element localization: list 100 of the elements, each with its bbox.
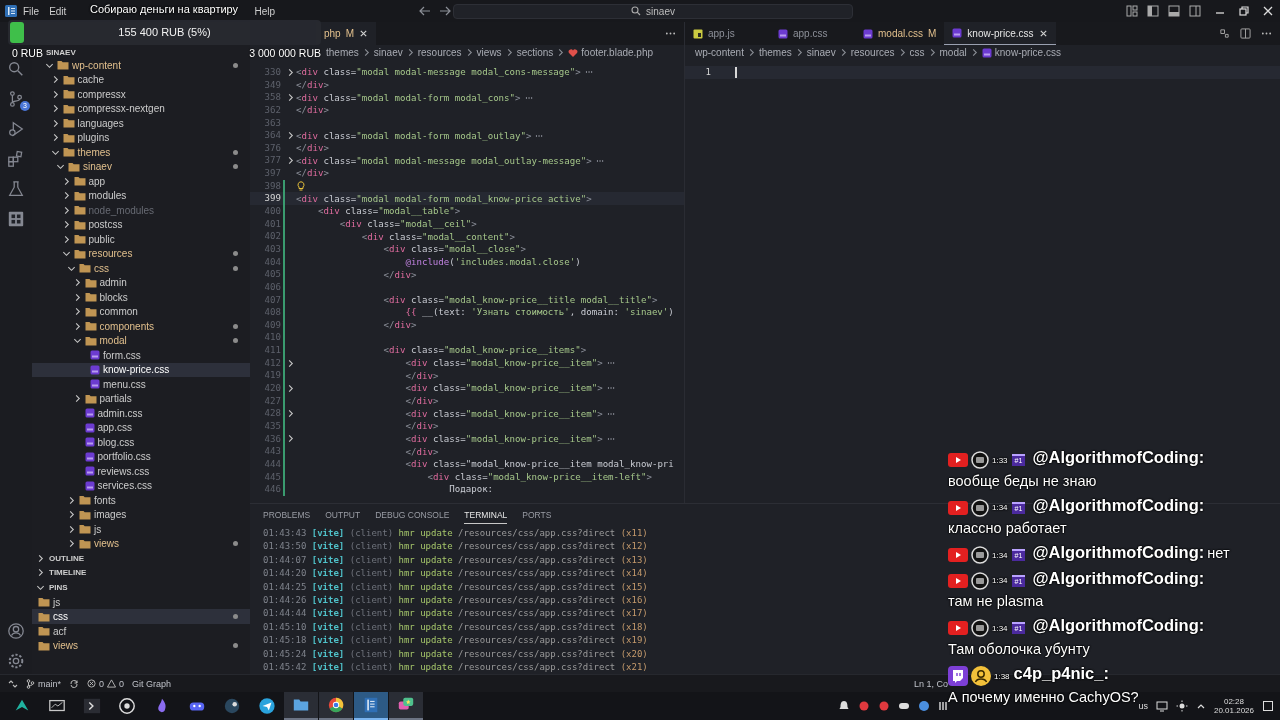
- back-arrow-icon[interactable]: [418, 5, 432, 17]
- editor-tab[interactable]: modal.css M: [855, 22, 945, 45]
- taskbar-app-button[interactable]: [319, 692, 353, 720]
- section-header[interactable]: PINS: [32, 580, 250, 595]
- breadcrumb-item[interactable]: sections: [516, 47, 554, 58]
- tree-item[interactable]: modules: [32, 188, 250, 203]
- pinned-item[interactable]: views: [32, 638, 250, 653]
- tree-item[interactable]: modal: [32, 333, 250, 348]
- panel-tab[interactable]: PORTS: [522, 510, 552, 524]
- tree-item[interactable]: images: [32, 507, 250, 522]
- breadcrumb-item[interactable]: resources: [850, 47, 895, 58]
- extensions-icon[interactable]: [7, 150, 25, 168]
- fold-ellipsis-icon[interactable]: [606, 387, 615, 390]
- tree-item[interactable]: languages: [32, 116, 250, 131]
- breadcrumb-item[interactable]: views: [476, 47, 502, 58]
- tree-item[interactable]: components: [32, 319, 250, 334]
- chevron-right-icon[interactable]: [67, 510, 76, 520]
- search-icon[interactable]: [7, 60, 25, 78]
- section-header[interactable]: OUTLINE: [32, 551, 250, 566]
- brightness-icon[interactable]: [1175, 700, 1188, 712]
- tree-item[interactable]: common: [32, 304, 250, 319]
- menu-item[interactable]: Help: [254, 5, 275, 17]
- cursor-position[interactable]: Ln 1, Co: [913, 678, 948, 689]
- panel-tab[interactable]: OUTPUT: [325, 510, 361, 524]
- account-icon[interactable]: [7, 622, 25, 640]
- menu-item[interactable]: Edit: [49, 5, 67, 17]
- taskbar-app-button[interactable]: [389, 692, 423, 720]
- breadcrumb-item[interactable]: themes: [326, 47, 359, 58]
- forward-arrow-icon[interactable]: [438, 5, 452, 17]
- fold-ellipsis-icon[interactable]: [584, 71, 593, 74]
- show-desktop-icon[interactable]: [1262, 700, 1274, 712]
- sync-icon[interactable]: [69, 678, 79, 689]
- tree-item[interactable]: form.css: [32, 348, 250, 363]
- tree-item[interactable]: views: [32, 536, 250, 551]
- fold-ellipsis-icon[interactable]: [606, 437, 615, 440]
- lightbulb-icon[interactable]: [297, 181, 305, 192]
- tree-item[interactable]: reviews.css: [32, 464, 250, 479]
- panel-tab[interactable]: PROBLEMS: [263, 510, 311, 524]
- split-editor-icon[interactable]: [1240, 28, 1251, 39]
- git-graph-item[interactable]: Git Graph: [132, 678, 172, 689]
- chevron-right-icon[interactable]: [556, 48, 566, 57]
- source-control-icon[interactable]: [7, 90, 25, 108]
- tree-item[interactable]: css: [32, 261, 250, 276]
- tree-item[interactable]: blog.css: [32, 435, 250, 450]
- tree-item[interactable]: cache: [32, 72, 250, 87]
- close-icon[interactable]: [1038, 28, 1048, 38]
- tree-item[interactable]: menu.css: [32, 377, 250, 392]
- chevron-down-icon[interactable]: [56, 162, 65, 172]
- run-debug-icon[interactable]: [7, 120, 25, 138]
- chevron-right-icon[interactable]: [67, 539, 76, 549]
- split-toggle-icon[interactable]: [1189, 5, 1201, 17]
- breadcrumb-item[interactable]: modal: [939, 47, 967, 58]
- tree-item[interactable]: services.css: [32, 478, 250, 493]
- fold-ellipsis-icon[interactable]: [595, 159, 604, 162]
- tree-item[interactable]: plugins: [32, 130, 250, 145]
- pinned-item[interactable]: js: [32, 594, 250, 610]
- fold-ellipsis-icon[interactable]: [606, 362, 615, 365]
- tree-item[interactable]: themes: [32, 145, 250, 160]
- section-header[interactable]: TIMELINE: [32, 565, 250, 581]
- display-icon[interactable]: [1155, 700, 1168, 712]
- breadcrumb-item[interactable]: know-price.css: [994, 47, 1061, 58]
- breadcrumb-item[interactable]: footer.blade.php: [581, 47, 654, 58]
- fold-ellipsis-icon[interactable]: [606, 412, 615, 415]
- panel-tab[interactable]: TERMINAL: [464, 510, 508, 524]
- chevron-right-icon[interactable]: [67, 495, 76, 505]
- tree-item[interactable]: partials: [32, 391, 250, 406]
- close-icon[interactable]: [1263, 6, 1273, 16]
- pinned-item[interactable]: acf: [32, 623, 250, 639]
- chevron-down-icon[interactable]: [36, 583, 45, 593]
- tree-item[interactable]: fonts: [32, 493, 250, 508]
- editor-tab[interactable]: know-price.css: [944, 22, 1056, 45]
- fold-ellipsis-icon[interactable]: [524, 96, 533, 99]
- tree-item[interactable]: admin.css: [32, 406, 250, 421]
- breadcrumb-item[interactable]: sinaev: [373, 47, 403, 58]
- breadcrumb-item[interactable]: sinaev: [806, 47, 836, 58]
- restore-icon[interactable]: [1239, 6, 1249, 16]
- chevron-right-icon[interactable]: [67, 524, 76, 534]
- editor-tab[interactable]: app.js: [685, 22, 770, 45]
- panel-tab[interactable]: DEBUG CONSOLE: [375, 510, 450, 524]
- chevron-down-icon[interactable]: [61, 249, 71, 259]
- sidebar-toggle-icon[interactable]: [1147, 5, 1159, 17]
- breadcrumb-item[interactable]: css: [909, 47, 925, 58]
- breadcrumb-item[interactable]: wp-content: [695, 47, 744, 58]
- editor-tab[interactable]: app.css: [770, 22, 855, 45]
- tree-item[interactable]: app: [32, 174, 250, 189]
- tree-item[interactable]: public: [32, 232, 250, 247]
- tree-item[interactable]: js: [32, 522, 250, 537]
- tree-item[interactable]: compressx-nextgen: [32, 101, 250, 116]
- keyboard-layout[interactable]: us: [1138, 701, 1148, 711]
- tree-item[interactable]: postcss: [32, 217, 250, 232]
- search-field[interactable]: sinaev: [453, 3, 853, 19]
- remote-icon[interactable]: [8, 678, 18, 689]
- tree-item[interactable]: portfolio.css: [32, 449, 250, 464]
- chevron-down-icon[interactable]: [72, 336, 82, 346]
- fold-ellipsis-icon[interactable]: [535, 134, 544, 137]
- layout-icon[interactable]: [1126, 5, 1138, 17]
- close-icon[interactable]: [359, 29, 369, 38]
- clock[interactable]: 02:28 20.01.2026: [1213, 697, 1254, 715]
- pinned-item[interactable]: css: [32, 609, 250, 624]
- panel-toggle-icon[interactable]: [1168, 5, 1180, 17]
